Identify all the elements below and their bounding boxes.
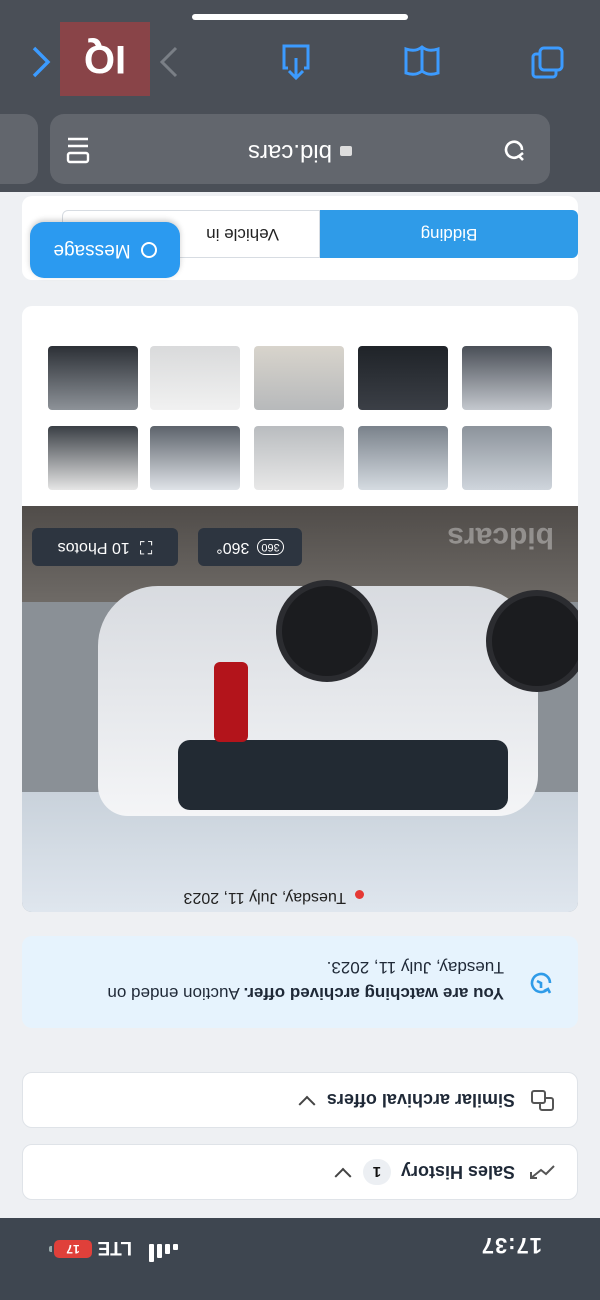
photos-button[interactable]: ⛶ 10 Photos	[32, 528, 178, 566]
thumbnail[interactable]	[48, 426, 138, 490]
thumbnail[interactable]	[358, 426, 448, 490]
thumbnail[interactable]	[462, 346, 552, 410]
view-360-button[interactable]: 360 360°	[198, 528, 302, 566]
thumbnail[interactable]	[254, 426, 344, 490]
view-360-label: 360°	[216, 539, 250, 556]
thumbnail[interactable]	[358, 346, 448, 410]
browser-toolbar: bid.cars IQ	[0, 0, 600, 192]
page-menu-icon[interactable]	[64, 132, 92, 166]
chevron-down-icon	[334, 1167, 352, 1185]
bookmarks-icon[interactable]	[402, 42, 442, 82]
sales-history-label: Sales History	[400, 1162, 515, 1183]
message-label: Message	[53, 240, 131, 261]
thumbnail[interactable]	[462, 426, 552, 490]
home-indicator[interactable]	[192, 14, 408, 20]
chevron-down-icon	[298, 1095, 316, 1113]
network-label: LTE	[97, 1237, 132, 1258]
overlay-logo: IQ	[60, 22, 150, 96]
similar-offers-label: Similar archival offers	[326, 1090, 515, 1111]
photo-card: bidcars 360 360° ⛶ 10 Photos Tuesday, Ju…	[22, 306, 578, 912]
car-wheel	[276, 580, 378, 682]
expand-icon: ⛶	[139, 537, 153, 558]
view-360-icon: 360	[257, 539, 284, 555]
share-icon[interactable]	[276, 42, 316, 82]
screen: 17:37 LTE 17 Sales History 1 Similar arc…	[0, 0, 600, 1300]
car-window	[178, 740, 508, 810]
tabs-icon[interactable]	[528, 42, 568, 82]
forward-icon[interactable]	[150, 42, 190, 82]
address-bar[interactable]: bid.cars	[50, 114, 550, 184]
status-bar: 17:37 LTE 17	[0, 1218, 600, 1300]
notice-text: You are watching archived offer. Auction…	[84, 954, 504, 1006]
tab-bidding[interactable]: Bidding	[320, 210, 578, 258]
url-text: bid.cars	[247, 139, 333, 166]
back-icon[interactable]	[20, 42, 60, 82]
status-time: 17:37	[480, 1233, 542, 1258]
status-dot	[355, 890, 364, 899]
notice-bold: You are watching archived offer.	[243, 984, 504, 1003]
message-button[interactable]: Message	[30, 222, 180, 278]
car-taillight	[214, 662, 248, 742]
lock-icon	[340, 146, 353, 156]
car-wheel	[486, 590, 578, 692]
signal-icon	[138, 1240, 178, 1262]
copy-icon	[529, 1090, 555, 1111]
history-icon	[530, 972, 552, 994]
chat-icon	[140, 242, 157, 258]
thumbnail[interactable]	[48, 346, 138, 410]
thumbnail-grid	[48, 324, 552, 490]
main-vehicle-photo[interactable]: bidcars 360 360° ⛶ 10 Photos	[22, 506, 578, 912]
photos-count-label: 10 Photos	[57, 539, 130, 556]
url-field[interactable]: bid.cars	[50, 138, 550, 166]
trend-icon	[529, 1162, 555, 1182]
sales-history-accordion[interactable]: Sales History 1	[22, 1144, 578, 1200]
archived-notice: You are watching archived offer. Auction…	[22, 936, 578, 1028]
thumbnail[interactable]	[150, 346, 240, 410]
thumbnail[interactable]	[150, 426, 240, 490]
thumbnail[interactable]	[254, 346, 344, 410]
battery-icon: 17	[54, 1240, 92, 1258]
auction-date: Tuesday, July 11, 2023	[183, 889, 346, 906]
sales-history-count: 1	[362, 1159, 391, 1185]
date-bar: Tuesday, July 11, 2023	[22, 886, 578, 912]
similar-offers-accordion[interactable]: Similar archival offers	[22, 1072, 578, 1128]
tab-peek[interactable]	[0, 114, 38, 184]
photo-watermark: bidcars	[447, 521, 554, 554]
